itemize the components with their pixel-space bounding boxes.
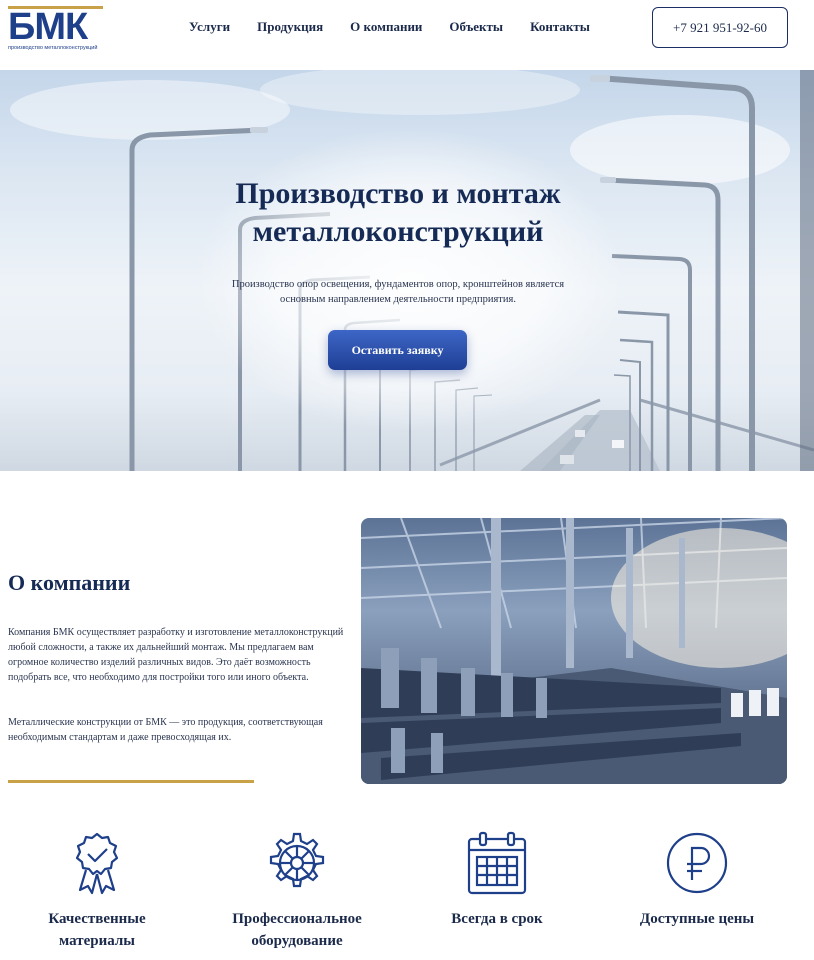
quality-badge-icon	[75, 832, 119, 895]
logo-text: БМК	[8, 6, 88, 48]
hero-title-line1: Производство и монтаж	[235, 177, 561, 210]
about-divider	[8, 780, 254, 783]
feature-label-line2: материалы	[59, 933, 135, 949]
feature-label-line2: оборудование	[251, 933, 343, 949]
nav-item-products[interactable]: Продукция	[257, 18, 323, 36]
hero-title-line2: металлоконструкций	[252, 215, 544, 248]
feature-label-line1: Качественные	[48, 911, 146, 927]
feature-label-equipment: Профессиональное оборудование	[202, 908, 392, 952]
logo-tagline: производство металлоконструкций	[8, 45, 98, 51]
main-nav: Услуги Продукция О компании Объекты Конт…	[189, 18, 617, 36]
nav-item-objects[interactable]: Объекты	[449, 18, 503, 36]
feature-prices: Доступные цены	[602, 830, 792, 930]
calendar-icon	[467, 831, 527, 895]
about-paragraph-1: Компания БМК осуществляет разработку и и…	[8, 627, 344, 683]
factory-image	[361, 518, 787, 784]
hero-description: Производство опор освещения, фундаментов…	[231, 279, 565, 305]
request-button[interactable]: Оставить заявку	[328, 330, 467, 370]
feature-label-line1: Профессиональное	[232, 911, 362, 927]
logo[interactable]: БМК производство металлоконструкций	[8, 6, 108, 52]
about-paragraph-2: Металлические конструкции от БМК — это п…	[8, 717, 323, 743]
feature-equipment: Профессиональное оборудование	[202, 830, 392, 952]
hero-title: Производство и монтаж металлоконструкций	[160, 175, 636, 251]
feature-quality: Качественные материалы	[2, 830, 192, 952]
feature-label-prices: Доступные цены	[639, 911, 755, 927]
feature-label-on-time: Всегда в срок	[451, 911, 543, 927]
ruble-icon	[666, 832, 728, 894]
feature-label-quality: Качественные материалы	[2, 908, 192, 952]
about-title: О компании	[8, 570, 131, 595]
site-header: БМК производство металлоконструкций Услу…	[0, 0, 814, 70]
gear-icon	[269, 832, 325, 888]
phone-button[interactable]: +7 921 951-92-60	[652, 7, 788, 48]
nav-item-contacts[interactable]: Контакты	[530, 18, 590, 36]
nav-item-services[interactable]: Услуги	[189, 18, 230, 36]
nav-item-about[interactable]: О компании	[350, 18, 422, 36]
feature-on-time: Всегда в срок	[402, 830, 592, 930]
hero-section: Производство и монтаж металлоконструкций…	[0, 70, 814, 471]
